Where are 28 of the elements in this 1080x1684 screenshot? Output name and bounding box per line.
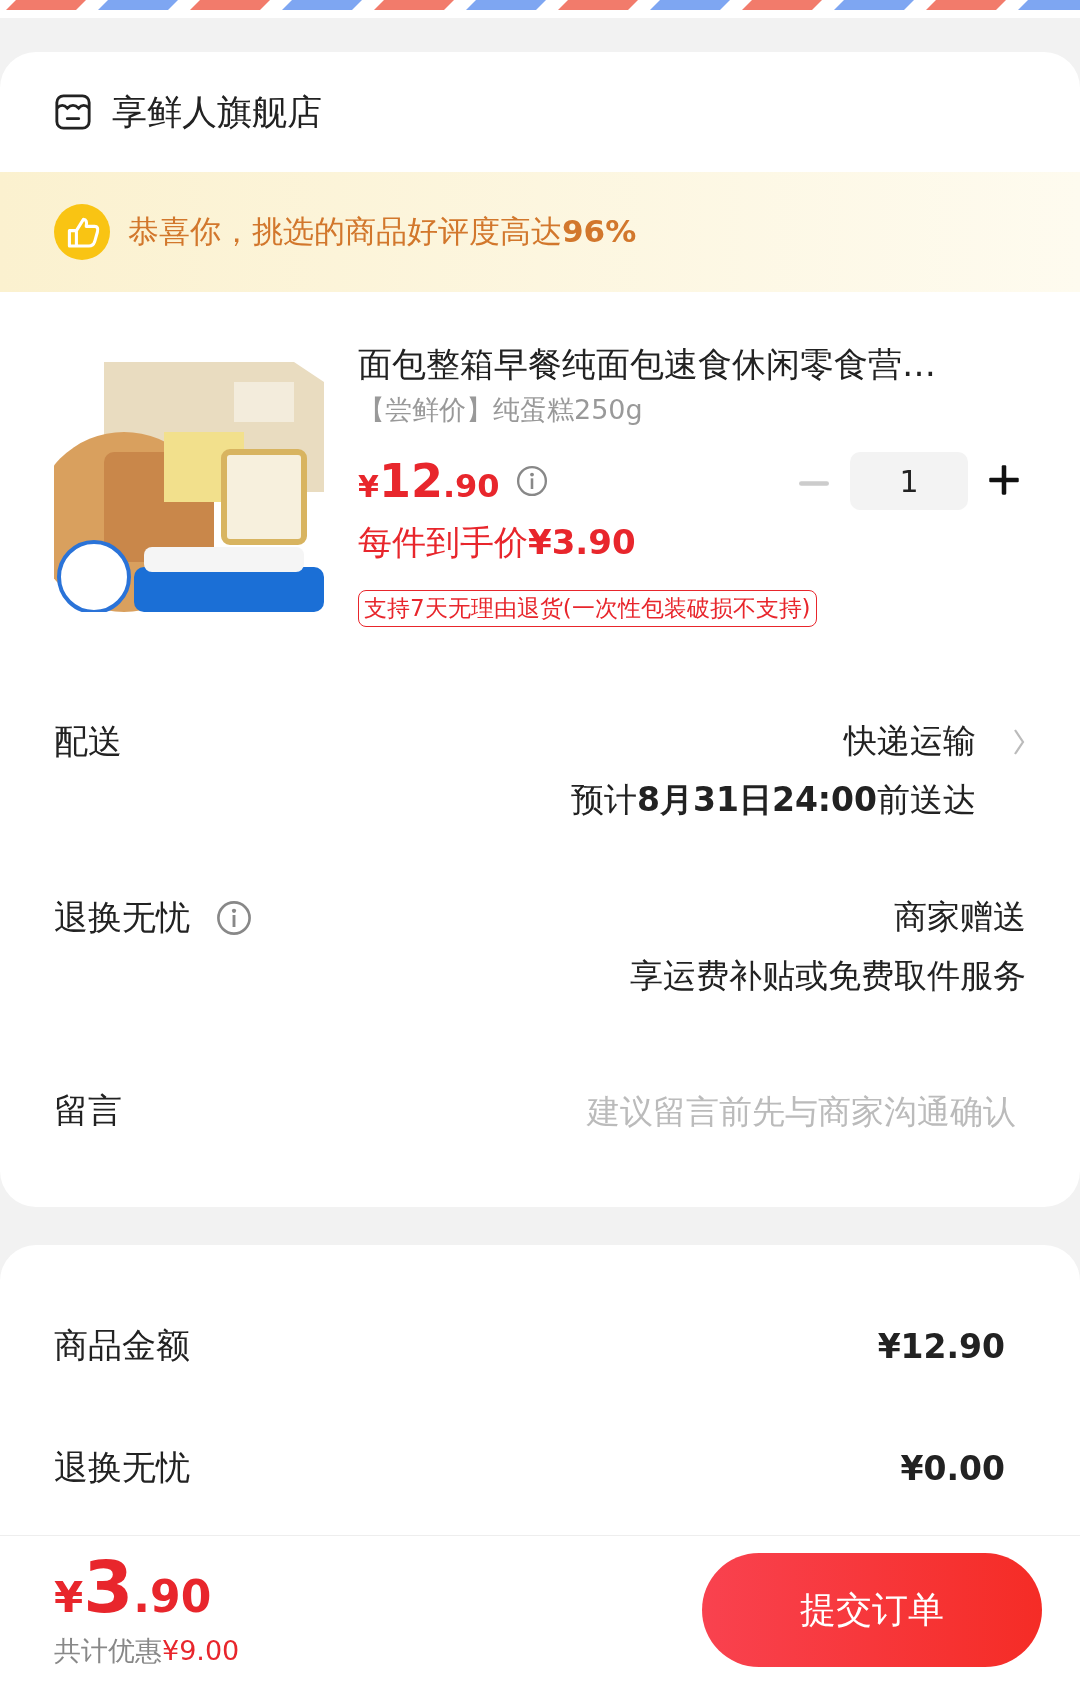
info-icon[interactable] <box>515 465 548 497</box>
discount-total: 共计优惠¥9.00 <box>54 1634 240 1668</box>
info-icon[interactable] <box>216 900 252 936</box>
plus-icon <box>987 463 1021 497</box>
total-price: ¥3.90 <box>54 1551 213 1623</box>
summary-value: ¥0.00 <box>900 1448 1005 1488</box>
row-value[interactable]: 快递运输 <box>844 719 976 764</box>
chevron-right-icon[interactable] <box>1012 727 1026 757</box>
row-value[interactable]: 商家赠送 <box>894 895 1026 940</box>
submit-order-button[interactable]: 提交订单 <box>702 1553 1042 1667</box>
summary-label: 退换无忧 <box>54 1446 190 1489</box>
summary-label: 商品金额 <box>54 1324 190 1367</box>
quantity-field[interactable]: 1 <box>850 452 968 510</box>
row-detail: 享运费补贴或免费取件服务 <box>630 955 1026 997</box>
row-label: 留言 <box>54 1089 122 1132</box>
row-detail: 预计8月31日24:00前送达 <box>571 779 976 821</box>
store-icon <box>54 93 92 131</box>
return-policy-tag: 支持7天无理由退货(一次性包装破损不支持) <box>358 590 817 627</box>
summary-value: ¥12.90 <box>877 1326 1005 1366</box>
row-label: 配送 <box>54 720 122 763</box>
minus-icon <box>799 480 829 486</box>
per-item-price: 每件到手价¥3.90 <box>358 521 637 564</box>
store-name[interactable]: 享鲜人旗舰店 <box>112 88 322 136</box>
row-label: 退换无忧 <box>54 896 190 939</box>
rating-text: 恭喜你，挑选的商品好评度高达96% <box>128 212 637 251</box>
product-price: ¥12.90 <box>358 454 500 508</box>
thumbs-up-icon <box>54 204 110 260</box>
product-title[interactable]: 面包整箱早餐纯面包速食休闲零食营… <box>358 342 1026 388</box>
